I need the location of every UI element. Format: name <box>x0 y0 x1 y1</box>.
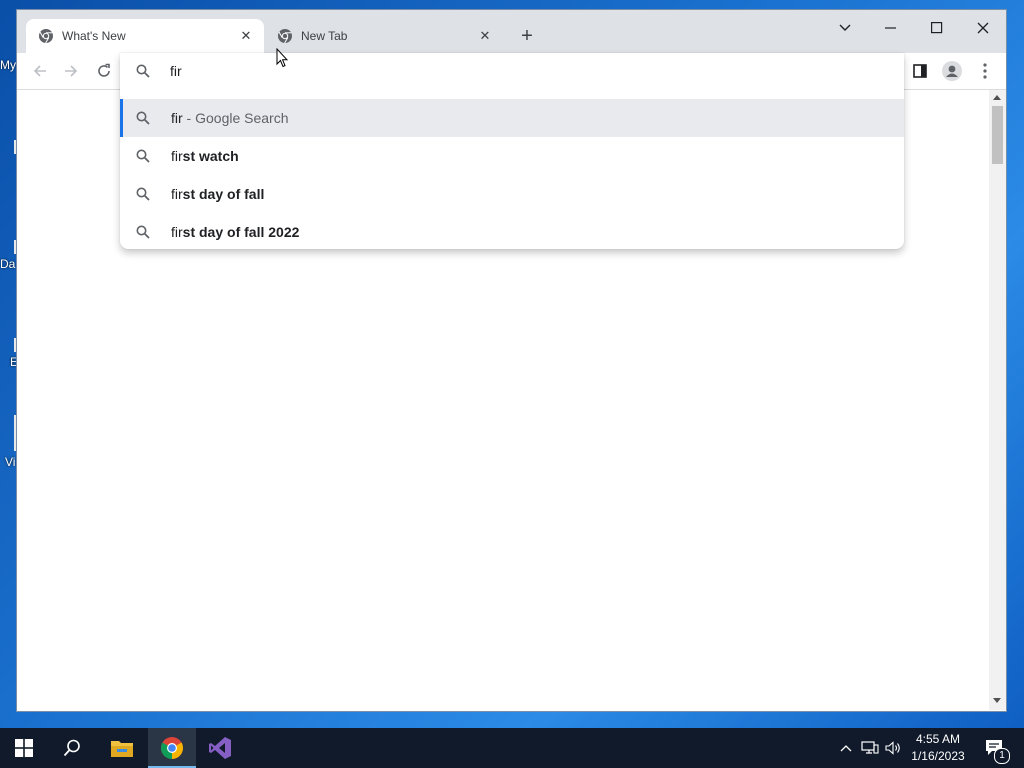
desktop-label-4: Vi <box>5 455 16 469</box>
browser-window: What's New ✕ New Tab ✕ + fir fir - Googl… <box>17 10 1006 711</box>
page-scrollbar[interactable] <box>989 90 1006 710</box>
forward-arrow-icon[interactable] <box>58 58 84 84</box>
taskbar-search-button[interactable] <box>48 728 96 768</box>
windows-logo-icon <box>15 739 33 757</box>
start-button[interactable] <box>0 728 48 768</box>
folder-icon <box>111 741 133 757</box>
suggestion-text: first day of fall 2022 <box>171 224 300 240</box>
omnibox-dropdown: fir - Google Search first watch first da… <box>120 53 904 249</box>
file-explorer-button[interactable] <box>98 728 146 768</box>
tab-strip: What's New ✕ New Tab ✕ + <box>17 10 1006 53</box>
profile-avatar-icon[interactable] <box>939 58 965 84</box>
visual-studio-icon <box>209 737 231 759</box>
reload-icon[interactable] <box>91 58 117 84</box>
suggestion-text: first day of fall <box>171 186 265 202</box>
suggestion-item[interactable]: first day of fall 2022 <box>120 213 904 251</box>
tab-close-icon[interactable]: ✕ <box>238 28 254 44</box>
system-clock[interactable]: 4:55 AM 1/16/2023 <box>904 731 972 765</box>
network-icon[interactable] <box>860 728 880 768</box>
visual-studio-button[interactable] <box>196 728 244 768</box>
search-icon <box>136 149 150 163</box>
new-tab-plus-icon[interactable]: + <box>517 25 537 47</box>
suggestion-item[interactable]: first watch <box>120 137 904 175</box>
chrome-favicon-icon <box>39 29 53 44</box>
clock-date: 1/16/2023 <box>911 749 965 763</box>
chrome-favicon-icon <box>278 29 292 44</box>
notification-center-button[interactable]: 1 <box>980 728 1010 768</box>
chrome-icon <box>161 737 183 759</box>
desktop-label-2: Da <box>0 257 16 271</box>
search-icon <box>136 111 150 125</box>
search-icon <box>136 187 150 201</box>
clock-time: 4:55 AM <box>915 732 961 746</box>
tab-whats-new[interactable]: What's New ✕ <box>26 19 264 53</box>
omnibox[interactable] <box>120 53 904 89</box>
suggestion-text: fir - Google Search <box>171 110 289 126</box>
tab-search-chevron-icon[interactable] <box>827 14 863 42</box>
tab-new-tab[interactable]: New Tab ✕ <box>265 19 503 53</box>
suggestion-text: first watch <box>171 148 239 164</box>
tab-title: What's New <box>62 29 126 43</box>
tab-title: New Tab <box>301 29 348 43</box>
mouse-cursor-icon <box>276 48 288 68</box>
scroll-up-arrow-icon[interactable] <box>993 95 1001 100</box>
address-bar-input[interactable] <box>170 61 870 81</box>
scroll-thumb[interactable] <box>992 106 1003 164</box>
taskbar: 4:55 AM 1/16/2023 1 <box>0 728 1024 768</box>
tab-close-icon[interactable]: ✕ <box>477 28 493 44</box>
search-icon <box>63 739 80 757</box>
maximize-button[interactable] <box>919 14 955 42</box>
chrome-taskbar-button[interactable] <box>148 728 196 768</box>
side-panel-icon[interactable] <box>907 58 933 84</box>
search-icon <box>136 225 150 239</box>
close-window-button[interactable] <box>965 14 1001 42</box>
show-hidden-icons-chevron-icon[interactable] <box>838 728 854 768</box>
notification-count-badge: 1 <box>994 748 1010 764</box>
minimize-button[interactable] <box>873 14 909 42</box>
volume-icon[interactable] <box>884 728 904 768</box>
scroll-down-arrow-icon[interactable] <box>993 698 1001 703</box>
menu-kebab-icon[interactable] <box>972 58 998 84</box>
desktop-label-1: My <box>0 58 16 72</box>
suggestion-item[interactable]: first day of fall <box>120 175 904 213</box>
suggestion-item[interactable]: fir - Google Search <box>120 99 904 137</box>
back-arrow-icon[interactable] <box>27 58 53 84</box>
search-icon <box>136 64 150 78</box>
